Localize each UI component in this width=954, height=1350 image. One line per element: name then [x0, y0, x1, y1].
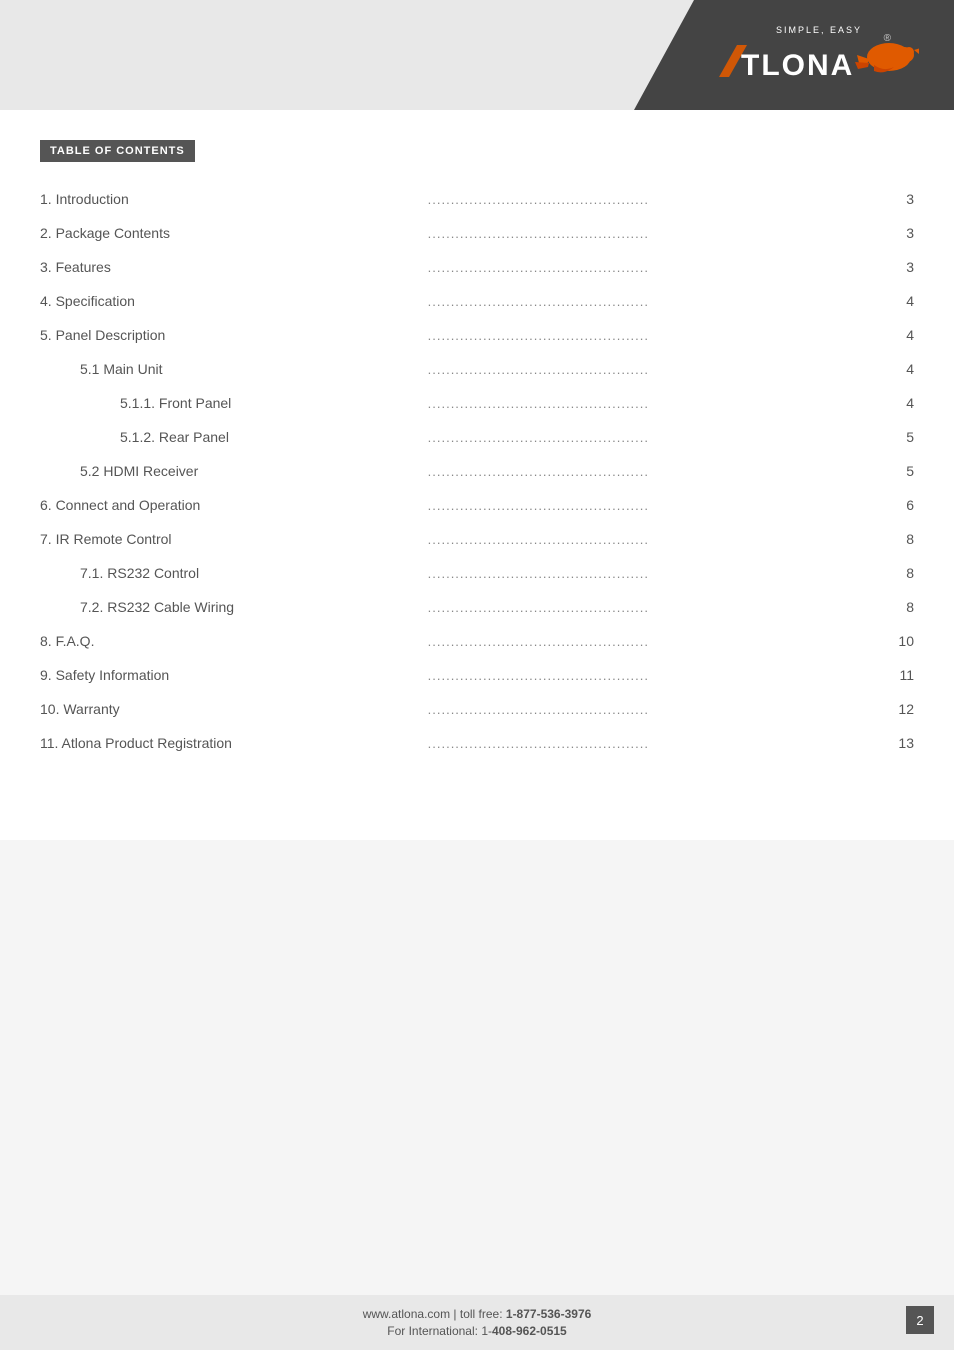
toc-row: 5.2 HDMI Receiver.......................…: [40, 454, 914, 488]
toc-row: 10. Warranty............................…: [40, 692, 914, 726]
logo-atlona: TLONA: [719, 37, 919, 85]
toc-page-number: 5: [884, 420, 914, 454]
toc-page-number: 13: [884, 726, 914, 760]
toc-item-label: 5. Panel Description: [40, 318, 420, 352]
toc-dots: ........................................…: [420, 692, 884, 726]
registered-mark: ®: [884, 33, 891, 44]
toc-dots: ........................................…: [420, 454, 884, 488]
footer: www.atlona.com | toll free: 1-877-536-39…: [0, 1295, 954, 1350]
toc-table: 1. Introduction.........................…: [40, 182, 914, 760]
toc-page-number: 8: [884, 522, 914, 556]
toc-item-label: 5.1 Main Unit: [40, 352, 420, 386]
footer-line1-prefix: www.atlona.com | toll free:: [363, 1307, 506, 1321]
toc-page-number: 4: [884, 284, 914, 318]
toc-item-label: 9. Safety Information: [40, 658, 420, 692]
toc-item-label: 4. Specification: [40, 284, 420, 318]
toc-page-number: 4: [884, 352, 914, 386]
toc-item-label: 7.2. RS232 Cable Wiring: [40, 590, 420, 624]
toc-row: 9. Safety Information...................…: [40, 658, 914, 692]
toc-item-label: 1. Introduction: [40, 182, 420, 216]
toc-row: 7.1. RS232 Control......................…: [40, 556, 914, 590]
footer-line2: For International: 1-408-962-0515: [387, 1324, 566, 1338]
toc-dots: ........................................…: [420, 216, 884, 250]
logo-area: ® SIMPLE, EASY TLONA: [634, 0, 954, 110]
logo-simple-easy: SIMPLE, EASY: [776, 25, 862, 35]
toc-item-label: 5.1.1. Front Panel: [40, 386, 420, 420]
toc-row: 5. Panel Description....................…: [40, 318, 914, 352]
toc-row: 7.2. RS232 Cable Wiring.................…: [40, 590, 914, 624]
toc-page-number: 3: [884, 216, 914, 250]
toc-heading: TABLE OF CONTENTS: [40, 140, 195, 162]
toc-page-number: 3: [884, 182, 914, 216]
svg-text:TLONA: TLONA: [741, 49, 854, 82]
toc-dots: ........................................…: [420, 522, 884, 556]
footer-phone1: 1-877-536-3976: [506, 1307, 591, 1321]
toc-page-number: 11: [884, 658, 914, 692]
toc-row: 5.1 Main Unit...........................…: [40, 352, 914, 386]
toc-item-label: 3. Features: [40, 250, 420, 284]
toc-page-number: 10: [884, 624, 914, 658]
toc-row: 3. Features.............................…: [40, 250, 914, 284]
atlona-logo-svg: TLONA: [719, 37, 919, 85]
footer-line2-prefix: For International: 1-: [387, 1324, 492, 1338]
toc-item-label: 8. F.A.Q.: [40, 624, 420, 658]
toc-row: 4. Specification........................…: [40, 284, 914, 318]
toc-dots: ........................................…: [420, 386, 884, 420]
toc-dots: ........................................…: [420, 658, 884, 692]
footer-phone2: 408-962-0515: [492, 1324, 567, 1338]
toc-dots: ........................................…: [420, 488, 884, 522]
toc-row: 7. IR Remote Control....................…: [40, 522, 914, 556]
toc-page-number: 3: [884, 250, 914, 284]
toc-dots: ........................................…: [420, 352, 884, 386]
toc-page-number: 5: [884, 454, 914, 488]
toc-item-label: 5.2 HDMI Receiver: [40, 454, 420, 488]
toc-item-label: 2. Package Contents: [40, 216, 420, 250]
toc-dots: ........................................…: [420, 556, 884, 590]
toc-row: 6. Connect and Operation................…: [40, 488, 914, 522]
toc-item-label: 6. Connect and Operation: [40, 488, 420, 522]
toc-dots: ........................................…: [420, 624, 884, 658]
toc-dots: ........................................…: [420, 284, 884, 318]
toc-dots: ........................................…: [420, 182, 884, 216]
toc-item-label: 10. Warranty: [40, 692, 420, 726]
toc-item-label: 7.1. RS232 Control: [40, 556, 420, 590]
toc-item-label: 5.1.2. Rear Panel: [40, 420, 420, 454]
toc-row: 1. Introduction.........................…: [40, 182, 914, 216]
main-content: TABLE OF CONTENTS 1. Introduction.......…: [0, 110, 954, 840]
toc-page-number: 4: [884, 318, 914, 352]
toc-dots: ........................................…: [420, 420, 884, 454]
toc-dots: ........................................…: [420, 590, 884, 624]
toc-row: 5.1.1. Front Panel......................…: [40, 386, 914, 420]
toc-dots: ........................................…: [420, 250, 884, 284]
toc-item-label: 7. IR Remote Control: [40, 522, 420, 556]
toc-page-number: 8: [884, 556, 914, 590]
toc-page-number: 8: [884, 590, 914, 624]
toc-dots: ........................................…: [420, 726, 884, 760]
toc-row: 5.1.2. Rear Panel.......................…: [40, 420, 914, 454]
toc-page-number: 6: [884, 488, 914, 522]
toc-row: 11. Atlona Product Registration.........…: [40, 726, 914, 760]
toc-page-number: 12: [884, 692, 914, 726]
page-number: 2: [906, 1306, 934, 1334]
toc-row: 2. Package Contents.....................…: [40, 216, 914, 250]
toc-dots: ........................................…: [420, 318, 884, 352]
header: ® SIMPLE, EASY TLONA: [0, 0, 954, 110]
toc-page-number: 4: [884, 386, 914, 420]
toc-item-label: 11. Atlona Product Registration: [40, 726, 420, 760]
toc-row: 8. F.A.Q................................…: [40, 624, 914, 658]
footer-line1: www.atlona.com | toll free: 1-877-536-39…: [363, 1307, 592, 1321]
